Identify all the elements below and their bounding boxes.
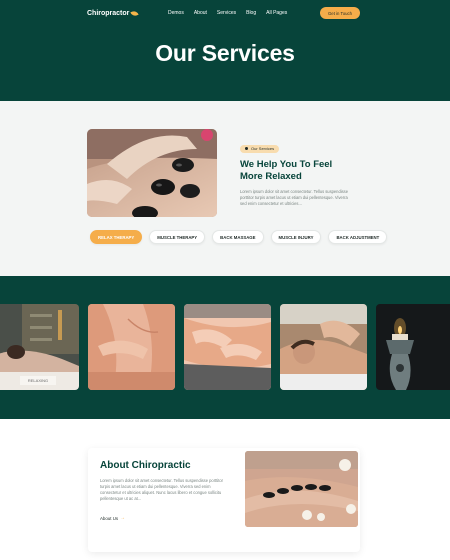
tab-muscle-injury[interactable]: MUSCLE INJURY — [270, 230, 322, 244]
service-tabs: RELAX THERAPY MUSCLE THERAPY BACK MASSAG… — [90, 230, 388, 244]
hot-stone-massage-image — [87, 129, 217, 217]
tab-back-adjustment[interactable]: BACK ADJUSTMENT — [328, 230, 388, 244]
arrow-right-icon: → — [120, 515, 126, 521]
spa-sign-text: RELAXING — [28, 378, 48, 383]
services-badge: Our Services — [240, 144, 280, 153]
logo-text: Chiropractor — [87, 9, 130, 17]
back-massage-photo — [184, 304, 271, 390]
dot-icon — [245, 147, 248, 150]
nav-services[interactable]: Services — [217, 9, 236, 17]
services-description: Lorem ipsum dolor sit amet consectetur. … — [240, 189, 349, 206]
nav-about[interactable]: About — [194, 9, 207, 17]
nav-all-pages[interactable]: All Pages — [266, 9, 287, 17]
tab-relax-therapy[interactable]: RELAX THERAPY — [90, 230, 143, 244]
page-title: Our Services — [155, 40, 295, 66]
tab-muscle-therapy[interactable]: MUSCLE THERAPY — [149, 230, 206, 244]
logo[interactable]: Chiropractor — [87, 8, 140, 18]
nav-blog[interactable]: Blog — [246, 9, 256, 17]
services-heading: We Help You To Feel More Relaxed — [240, 159, 333, 182]
hero-header: Chiropractor Demos About Services Blog A… — [0, 0, 450, 101]
about-us-link[interactable]: About Us → — [100, 515, 125, 521]
badge-label: Our Services — [251, 146, 275, 151]
spa-relaxation-photo: RELAXING — [0, 304, 79, 390]
gallery-section: RELAXING — [0, 276, 450, 419]
about-description: Lorem ipsum dolor sit amet consectetur. … — [100, 478, 224, 501]
shoulder-massage-photo — [280, 304, 367, 390]
nav-demos[interactable]: Demos — [168, 9, 184, 17]
about-card: About Chiropractic Lorem ipsum dolor sit… — [88, 448, 360, 552]
services-intro: Our Services We Help You To Feel More Re… — [240, 137, 352, 207]
tab-back-massage[interactable]: BACK MASSAGE — [212, 230, 264, 244]
leaf-icon — [130, 9, 140, 17]
back-stones-photo — [245, 451, 358, 527]
candle-spa-photo — [376, 304, 450, 390]
about-title: About Chiropractic — [100, 460, 191, 471]
get-in-touch-button[interactable]: Get in Touch — [320, 7, 360, 19]
main-nav: Demos About Services Blog All Pages — [168, 9, 287, 17]
about-section: About Chiropractic Lorem ipsum dolor sit… — [0, 419, 450, 560]
services-section: Our Services We Help You To Feel More Re… — [0, 101, 450, 276]
about-link-label: About Us — [100, 515, 119, 521]
back-therapy-photo — [88, 304, 175, 390]
